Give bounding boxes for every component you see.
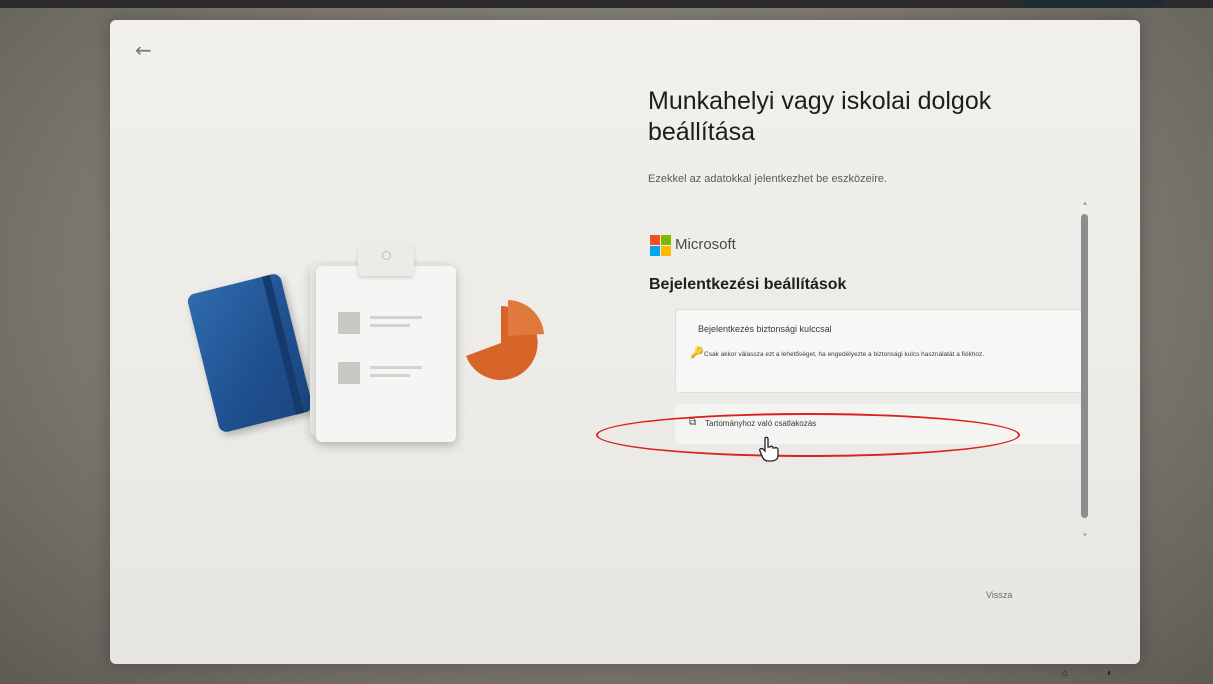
back-button[interactable]: Vissza	[986, 590, 1012, 600]
scroll-up-icon[interactable]: ▴	[1081, 200, 1089, 208]
clipboard-line	[370, 316, 422, 319]
provider-name: Microsoft	[675, 236, 736, 253]
security-key-title: Bejelentkezés biztonsági kulccsal	[698, 324, 832, 334]
scrollbar[interactable]: ▴ ▾	[1080, 200, 1090, 540]
clipboard-line	[370, 366, 422, 369]
clipboard-clip	[358, 242, 414, 276]
pie-chart-illustration	[446, 288, 556, 398]
system-tray-icons: ⌂ ◐	[1062, 668, 1131, 679]
illustration	[110, 20, 650, 664]
top-strip	[0, 0, 1213, 8]
scrollbar-thumb[interactable]	[1081, 214, 1088, 518]
microsoft-logo-icon	[650, 235, 672, 257]
clipboard-illustration	[316, 266, 456, 442]
clipboard-line	[370, 374, 410, 377]
security-key-description: Csak akkor válassza ezt a lehetőséget, h…	[704, 351, 985, 358]
hand-cursor-icon	[758, 436, 780, 462]
page-title: Munkahelyi vagy iskolai dolgok beállítás…	[648, 87, 992, 146]
scroll-down-icon[interactable]: ▾	[1081, 532, 1089, 540]
oobe-window: ← Munkahelyi vagy iskolai dolgok beállít…	[110, 20, 1140, 664]
domain-icon: ⧉	[689, 417, 697, 428]
security-key-option[interactable]: Bejelentkezés biztonsági kulccsal 🔑 Csak…	[675, 309, 1083, 393]
clipboard-line	[370, 324, 410, 327]
section-heading: Bejelentkezési beállítások	[649, 276, 847, 293]
domain-join-option[interactable]: ⧉ Tartományhoz való csatlakozás	[675, 404, 1081, 444]
domain-join-label: Tartományhoz való csatlakozás	[705, 419, 817, 428]
notebook-illustration	[186, 272, 314, 434]
top-tab	[1023, 0, 1163, 6]
clipboard-checkbox	[338, 312, 360, 334]
key-icon: 🔑	[690, 347, 704, 359]
page-subtitle: Ezekkel az adatokkal jelentkezhet be esz…	[648, 173, 888, 185]
clipboard-checkbox	[338, 362, 360, 384]
